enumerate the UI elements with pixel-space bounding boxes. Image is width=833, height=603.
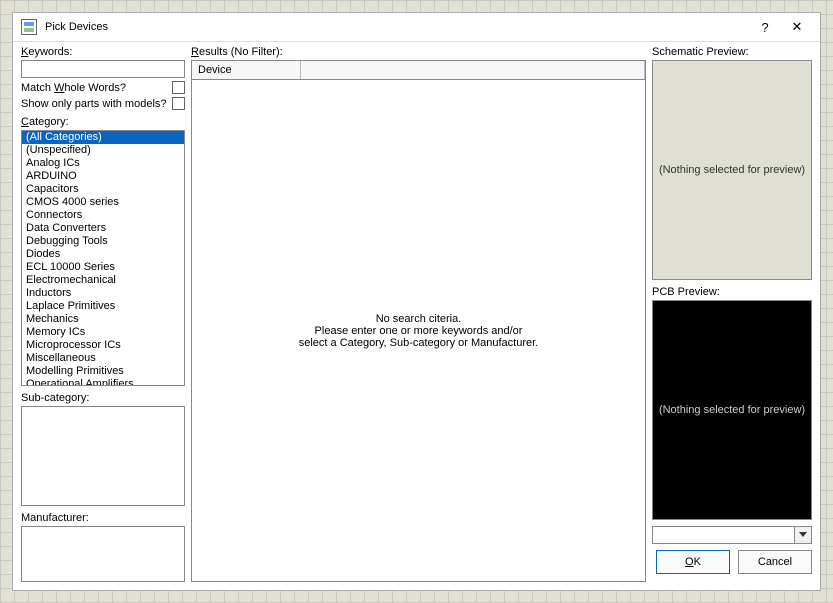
- category-item[interactable]: (All Categories): [22, 131, 184, 144]
- models-only-label: Show only parts with models?: [21, 98, 167, 110]
- subcategory-label: Sub-category:: [21, 392, 185, 404]
- manufacturer-list[interactable]: [21, 526, 185, 582]
- schematic-preview: (Nothing selected for preview): [652, 60, 812, 280]
- help-button[interactable]: ?: [750, 17, 780, 37]
- category-item[interactable]: Miscellaneous: [22, 352, 184, 365]
- category-item[interactable]: Memory ICs: [22, 326, 184, 339]
- category-item[interactable]: Electromechanical: [22, 274, 184, 287]
- no-criteria-line1: No search citeria.: [299, 313, 538, 325]
- pcb-preview: (Nothing selected for preview): [652, 300, 812, 520]
- col-device[interactable]: Device: [192, 61, 301, 79]
- pcb-preview-label: PCB Preview:: [652, 286, 812, 298]
- category-item[interactable]: Data Converters: [22, 222, 184, 235]
- category-item[interactable]: Mechanics: [22, 313, 184, 326]
- package-combo-value: [653, 527, 794, 543]
- category-item[interactable]: Microprocessor ICs: [22, 339, 184, 352]
- app-icon: [21, 19, 37, 35]
- ok-button[interactable]: OK: [656, 550, 730, 574]
- close-button[interactable]: ✕: [782, 17, 812, 37]
- chevron-down-icon[interactable]: [794, 527, 811, 543]
- schematic-preview-label: Schematic Preview:: [652, 46, 812, 58]
- cancel-button[interactable]: Cancel: [738, 550, 812, 574]
- models-only-checkbox[interactable]: [172, 97, 185, 110]
- category-item[interactable]: Laplace Primitives: [22, 300, 184, 313]
- subcategory-list[interactable]: [21, 406, 185, 506]
- category-label: Category: [21, 116, 185, 128]
- manufacturer-label: Manufacturer:: [21, 512, 185, 524]
- keywords-label: Keywords: [21, 46, 185, 58]
- package-combo[interactable]: [652, 526, 812, 544]
- no-criteria-line3: select a Category, Sub-category or Manuf…: [299, 337, 538, 349]
- category-item[interactable]: Modelling Primitives: [22, 365, 184, 378]
- no-criteria-line2: Please enter one or more keywords and/or: [299, 325, 538, 337]
- category-list[interactable]: (All Categories)(Unspecified)Analog ICsA…: [21, 130, 185, 386]
- category-item[interactable]: Debugging Tools: [22, 235, 184, 248]
- category-item[interactable]: Analog ICs: [22, 157, 184, 170]
- titlebar: Pick Devices ? ✕: [13, 13, 820, 42]
- category-item[interactable]: Connectors: [22, 209, 184, 222]
- category-item[interactable]: CMOS 4000 series: [22, 196, 184, 209]
- category-item[interactable]: ARDUINO: [22, 170, 184, 183]
- schematic-preview-msg: (Nothing selected for preview): [659, 164, 805, 176]
- category-item[interactable]: Diodes: [22, 248, 184, 261]
- pcb-preview-msg: (Nothing selected for preview): [659, 404, 805, 416]
- results-header: Results (No Filter):: [191, 46, 646, 58]
- results-columns: Device: [191, 60, 646, 80]
- category-item[interactable]: Operational Amplifiers: [22, 378, 184, 385]
- category-item[interactable]: (Unspecified): [22, 144, 184, 157]
- cancel-button-label: Cancel: [758, 556, 792, 568]
- match-whole-label: Match Whole Words?: [21, 82, 126, 94]
- ok-button-label: OK: [685, 556, 701, 568]
- category-item[interactable]: Inductors: [22, 287, 184, 300]
- pick-devices-dialog: Pick Devices ? ✕ Keywords Match Whole Wo…: [12, 12, 821, 591]
- results-body: No search citeria. Please enter one or m…: [191, 80, 646, 582]
- category-item[interactable]: Capacitors: [22, 183, 184, 196]
- category-item[interactable]: ECL 10000 Series: [22, 261, 184, 274]
- match-whole-checkbox[interactable]: [172, 81, 185, 94]
- keywords-input[interactable]: [21, 60, 185, 78]
- dialog-title: Pick Devices: [45, 21, 748, 33]
- col-empty[interactable]: [301, 61, 645, 79]
